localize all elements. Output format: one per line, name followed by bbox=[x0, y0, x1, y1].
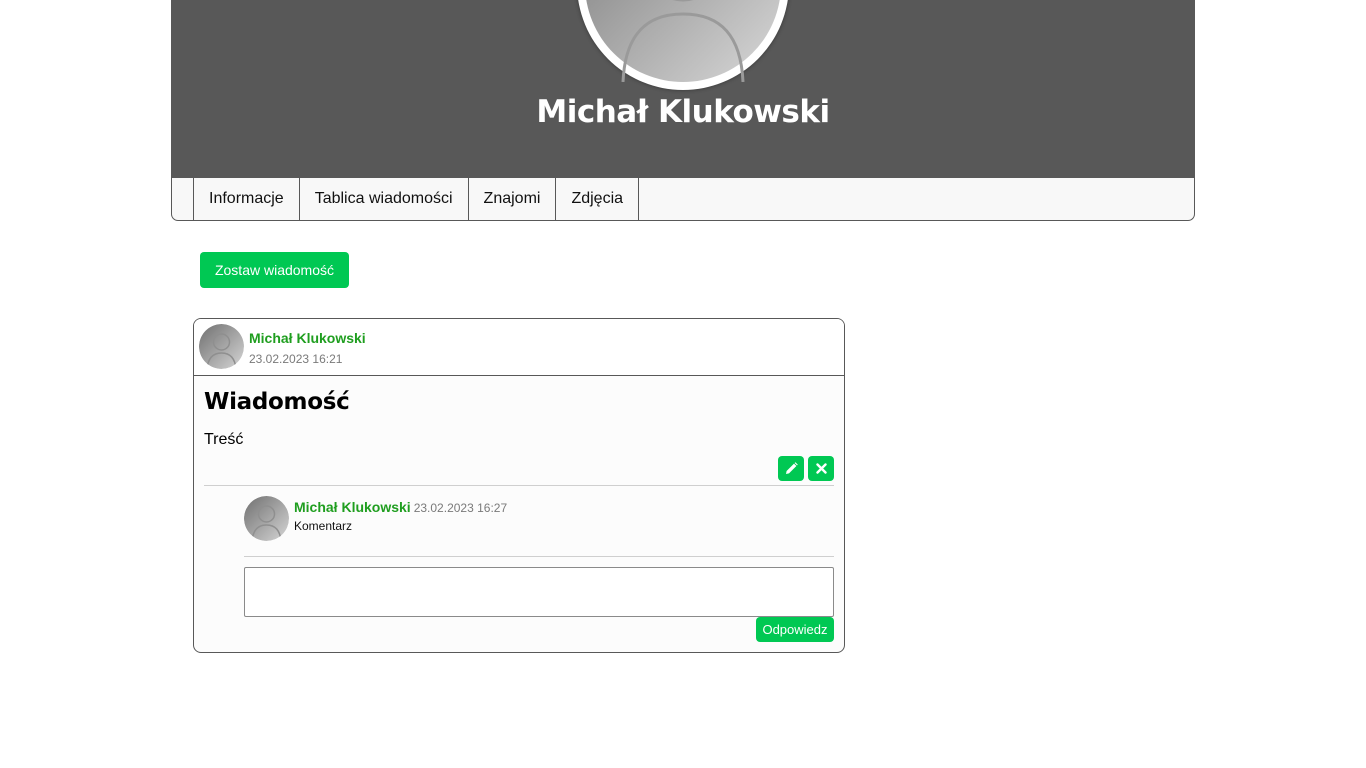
post-body: Treść bbox=[204, 431, 244, 448]
user-avatar-icon bbox=[586, 0, 780, 82]
post-title: Wiadomość bbox=[204, 389, 350, 415]
post-author-name[interactable]: Michał Klukowski bbox=[249, 330, 366, 346]
comment-author-name[interactable]: Michał Klukowski 23.02.2023 16:27 bbox=[294, 499, 507, 515]
edit-post-button[interactable] bbox=[778, 456, 804, 481]
profile-name: Michał Klukowski bbox=[536, 94, 830, 130]
tab-list: Informacje Tablica wiadomości Znajomi Zd… bbox=[193, 178, 640, 220]
tab-tablica-wiadomosci[interactable]: Tablica wiadomości bbox=[300, 178, 469, 220]
comment-author-label: Michał Klukowski bbox=[294, 499, 411, 515]
post-header: Michał Klukowski 23.02.2023 16:21 bbox=[194, 319, 844, 376]
delete-post-button[interactable] bbox=[808, 456, 834, 481]
comment-text: Komentarz bbox=[294, 519, 353, 533]
tab-znajomi[interactable]: Znajomi bbox=[469, 178, 557, 220]
tab-informacje[interactable]: Informacje bbox=[194, 178, 300, 220]
profile-page: Michał Klukowski Informacje Tablica wiad… bbox=[0, 0, 1366, 768]
message-post: Michał Klukowski 23.02.2023 16:21 Wiadom… bbox=[193, 318, 845, 653]
post-date: 23.02.2023 16:21 bbox=[249, 352, 343, 366]
user-avatar-icon bbox=[199, 324, 244, 369]
reply-input[interactable] bbox=[244, 567, 834, 617]
pencil-icon bbox=[785, 462, 798, 474]
post-author-avatar[interactable] bbox=[199, 324, 244, 369]
reply-button[interactable]: Odpowiedz bbox=[756, 617, 834, 642]
comment-date: 23.02.2023 16:27 bbox=[413, 501, 508, 515]
tab-zdjecia[interactable]: Zdjęcia bbox=[556, 178, 640, 220]
post-divider bbox=[204, 485, 834, 486]
user-avatar-icon bbox=[244, 496, 289, 541]
profile-avatar[interactable] bbox=[577, 0, 789, 90]
profile-tab-bar: Informacje Tablica wiadomości Znajomi Zd… bbox=[171, 178, 1195, 221]
comment-author-avatar[interactable] bbox=[244, 496, 289, 541]
leave-message-button[interactable]: Zostaw wiadomość bbox=[200, 252, 349, 288]
close-icon bbox=[815, 463, 827, 474]
comment-divider bbox=[244, 556, 834, 557]
